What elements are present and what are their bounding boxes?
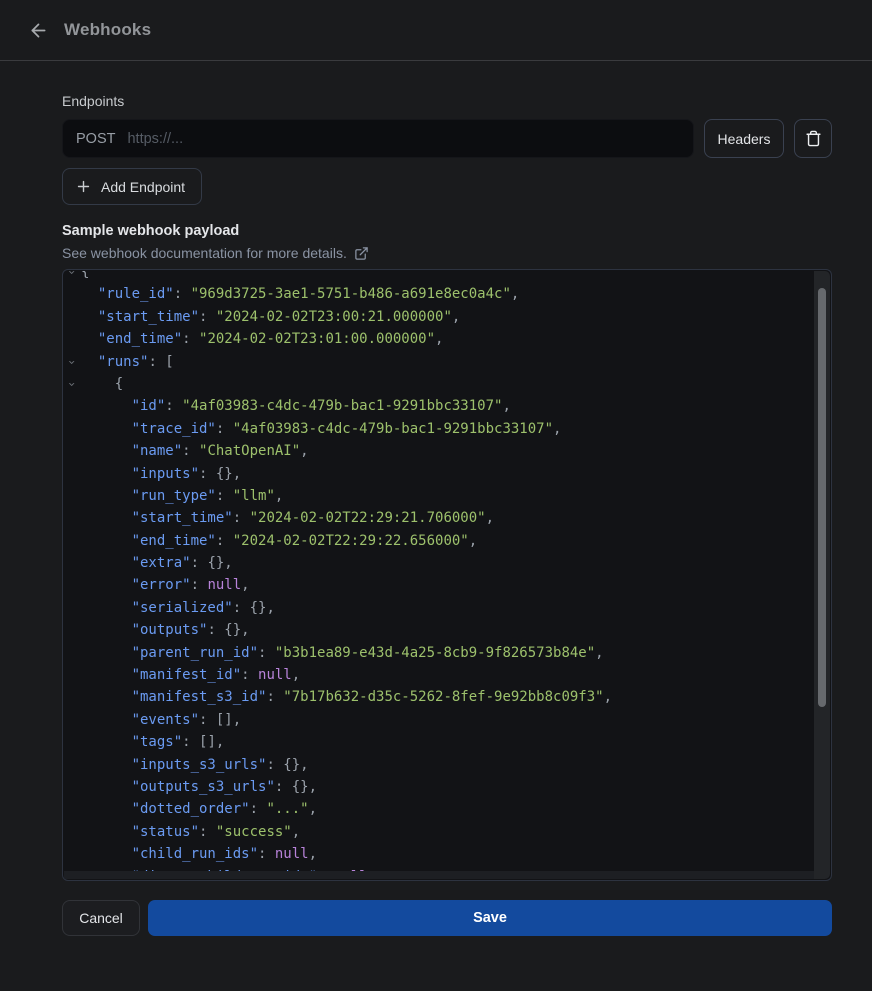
- trash-icon: [805, 130, 822, 147]
- plus-icon: [75, 178, 92, 195]
- fold-gutter: [63, 686, 81, 708]
- back-arrow-icon: [28, 20, 49, 41]
- fold-gutter: [63, 754, 81, 776]
- code-line: "start_time": "2024-02-02T23:00:21.00000…: [63, 306, 814, 328]
- fold-gutter: [63, 306, 81, 328]
- webhook-docs-link[interactable]: See webhook documentation for more detai…: [62, 245, 369, 261]
- code-line: "events": [],: [63, 709, 814, 731]
- fold-gutter: [63, 328, 81, 350]
- fold-gutter: [63, 843, 81, 865]
- fold-gutter: [63, 574, 81, 596]
- code-line: "end_time": "2024-02-02T22:29:22.656000"…: [63, 530, 814, 552]
- code-line: "parent_run_id": "b3b1ea89-e43d-4a25-8cb…: [63, 642, 814, 664]
- code-line: "child_run_ids": null,: [63, 843, 814, 865]
- fold-gutter: [63, 731, 81, 753]
- endpoint-row: POST Headers: [62, 119, 832, 158]
- webhooks-panel: Endpoints POST Headers Add Endpoint Samp…: [0, 93, 872, 936]
- fold-gutter: [63, 798, 81, 820]
- fold-gutter: [63, 664, 81, 686]
- fold-gutter: [63, 530, 81, 552]
- code-line: › {: [63, 373, 814, 395]
- headers-button[interactable]: Headers: [704, 119, 784, 158]
- code-line: "end_time": "2024-02-02T23:01:00.000000"…: [63, 328, 814, 350]
- http-method-label: POST: [76, 131, 115, 147]
- code-line: "trace_id": "4af03983-c4dc-479b-bac1-929…: [63, 418, 814, 440]
- code-line: › "runs": [: [63, 351, 814, 373]
- delete-endpoint-button[interactable]: [794, 119, 832, 158]
- fold-gutter: [63, 552, 81, 574]
- fold-gutter: [63, 283, 81, 305]
- code-line: "id": "4af03983-c4dc-479b-bac1-9291bbc33…: [63, 395, 814, 417]
- code-lines: ›{ "rule_id": "969d3725-3ae1-5751-b486-a…: [63, 271, 814, 871]
- code-line: ›{: [63, 271, 814, 283]
- code-line: "inputs_s3_urls": {},: [63, 754, 814, 776]
- fold-gutter: [63, 507, 81, 529]
- fold-gutter: [63, 463, 81, 485]
- fold-chevron-icon[interactable]: ›: [63, 271, 81, 283]
- fold-gutter: [63, 642, 81, 664]
- code-line: "extra": {},: [63, 552, 814, 574]
- back-button[interactable]: [24, 16, 52, 44]
- fold-gutter: [63, 440, 81, 462]
- footer-actions: Cancel Save: [62, 900, 832, 936]
- page-title: Webhooks: [64, 20, 151, 40]
- code-line: "serialized": {},: [63, 597, 814, 619]
- code-viewport: ›{ "rule_id": "969d3725-3ae1-5751-b486-a…: [63, 271, 814, 871]
- code-line: "outputs_s3_urls": {},: [63, 776, 814, 798]
- code-line: "dotted_order": "...",: [63, 798, 814, 820]
- webhook-docs-link-label: See webhook documentation for more detai…: [62, 245, 347, 261]
- fold-gutter: [63, 776, 81, 798]
- code-line: "status": "success",: [63, 821, 814, 843]
- code-line: "run_type": "llm",: [63, 485, 814, 507]
- fold-gutter: [63, 485, 81, 507]
- save-button[interactable]: Save: [148, 900, 832, 936]
- fold-gutter: [63, 597, 81, 619]
- header: Webhooks: [0, 0, 872, 61]
- fold-gutter: [63, 821, 81, 843]
- vertical-scrollbar-track[interactable]: [814, 271, 830, 879]
- fold-chevron-icon[interactable]: ›: [63, 351, 81, 373]
- code-line: "error": null,: [63, 574, 814, 596]
- code-line: "manifest_id": null,: [63, 664, 814, 686]
- fold-gutter: [63, 619, 81, 641]
- code-line: "inputs": {},: [63, 463, 814, 485]
- external-link-icon: [354, 246, 369, 261]
- fold-gutter: [63, 709, 81, 731]
- endpoints-label: Endpoints: [62, 93, 832, 109]
- fold-gutter: [63, 395, 81, 417]
- code-line: "name": "ChatOpenAI",: [63, 440, 814, 462]
- endpoint-url-field[interactable]: POST: [62, 119, 694, 158]
- code-line: "start_time": "2024-02-02T22:29:21.70600…: [63, 507, 814, 529]
- fold-gutter: [63, 418, 81, 440]
- endpoint-url-input[interactable]: [127, 131, 680, 147]
- fold-chevron-icon[interactable]: ›: [63, 373, 81, 395]
- vertical-scrollbar-thumb[interactable]: [818, 288, 826, 707]
- code-line: "manifest_s3_id": "7b17b632-d35c-5262-8f…: [63, 686, 814, 708]
- sample-payload-title: Sample webhook payload: [62, 223, 832, 239]
- add-endpoint-label: Add Endpoint: [101, 179, 185, 195]
- code-line: "outputs": {},: [63, 619, 814, 641]
- cancel-button[interactable]: Cancel: [62, 900, 140, 936]
- code-line: "tags": [],: [63, 731, 814, 753]
- payload-code-editor[interactable]: ›{ "rule_id": "969d3725-3ae1-5751-b486-a…: [62, 269, 832, 881]
- add-endpoint-button[interactable]: Add Endpoint: [62, 168, 202, 205]
- horizontal-scrollbar-track[interactable]: [64, 871, 814, 879]
- code-line: "rule_id": "969d3725-3ae1-5751-b486-a691…: [63, 283, 814, 305]
